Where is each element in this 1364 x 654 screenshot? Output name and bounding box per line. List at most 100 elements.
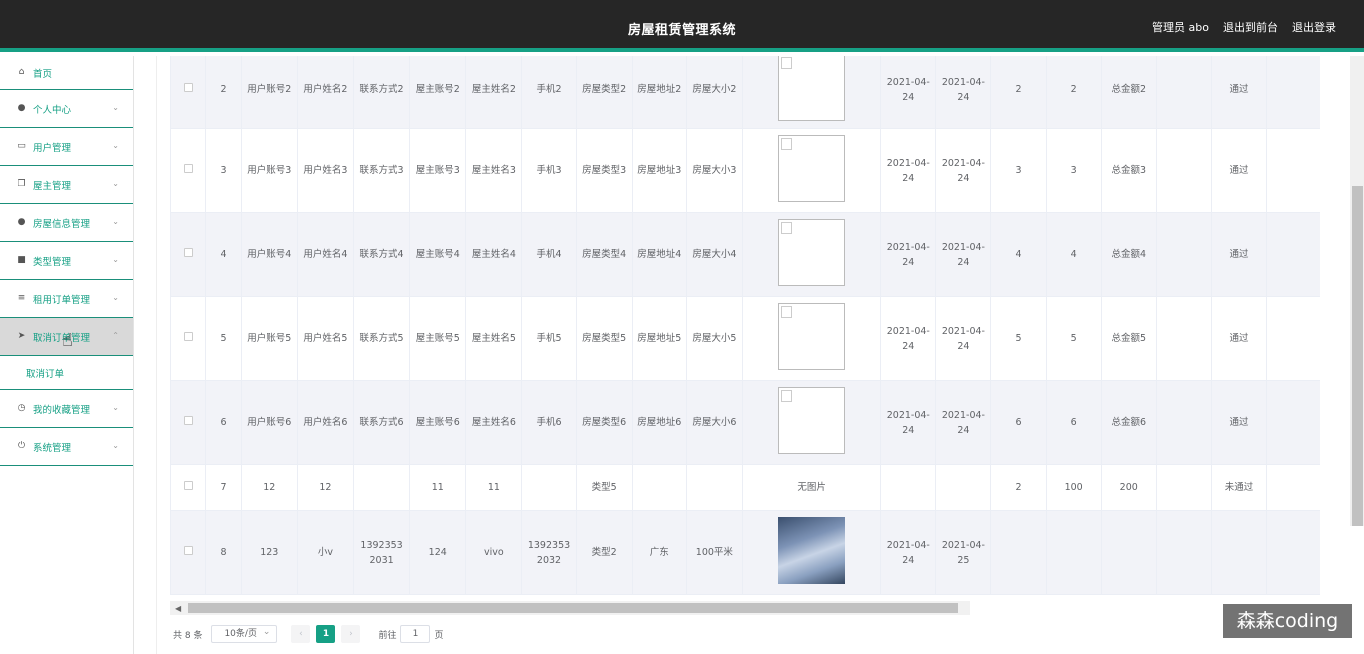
sidebar-item-profile[interactable]: ● 个人中心 ⌄ [0, 90, 133, 128]
to-front-link[interactable]: 退出到前台 [1223, 19, 1278, 35]
table-cell [880, 464, 937, 511]
house-image [778, 56, 846, 121]
table-cell: 屋主账号2 [409, 56, 467, 129]
table-cell: 小v [296, 510, 355, 595]
table-cell: 房屋大小5 [685, 296, 743, 381]
row-checkbox[interactable] [183, 248, 193, 257]
table-cell: 124 [409, 510, 467, 595]
table-cell: 3 [990, 128, 1047, 213]
table-cell: 12 [240, 464, 298, 511]
home-icon: ⌂ [18, 67, 25, 77]
row-checkbox[interactable] [183, 416, 193, 425]
page-1-button[interactable]: 1 [316, 625, 336, 643]
table-cell: 屋主姓名5 [465, 296, 523, 381]
submenu-cancel-order[interactable]: 取消订单 [0, 356, 133, 390]
chevron-down-icon: ⌄ [112, 179, 119, 188]
sidebar: ⌂ 首页 ● 个人中心 ⌄ ▭ 用户管理 ⌄ ❐ 屋主管理 ⌄ ● 房屋信息管理… [0, 56, 134, 654]
table-cell: 200 [1100, 464, 1157, 511]
table-cell: 房屋大小4 [685, 212, 743, 297]
sidebar-item-rent-orders[interactable]: ≡ 租用订单管理 ⌄ [0, 280, 133, 318]
row-checkbox[interactable] [183, 332, 193, 341]
table-cell: 用户姓名5 [296, 296, 355, 381]
prev-page-button[interactable]: ‹ [291, 625, 311, 643]
table-cell: 3 [1045, 128, 1102, 213]
clock-icon: ◷ [17, 403, 26, 413]
data-table: 2 用户账号2 用户姓名2 联系方式2 屋主账号2 屋主姓名2 手机2 房屋类型2 房屋地址2 房… [170, 56, 1320, 600]
table-cell [521, 464, 577, 511]
user-icon: ● [17, 103, 26, 113]
row-checkbox[interactable] [183, 164, 193, 173]
table-cell: 通过 [1210, 212, 1268, 297]
sidebar-item-favorites[interactable]: ◷ 我的收藏管理 ⌄ [0, 390, 133, 428]
goto-page-input[interactable]: 1 [400, 625, 431, 643]
table-cell: 通过 [1210, 128, 1268, 213]
table-cell: 房屋地址2 [631, 56, 687, 129]
power-icon: ⏻ [17, 441, 26, 451]
table-cell [1155, 510, 1212, 595]
image-cell [741, 296, 882, 381]
sidebar-item-owners[interactable]: ❐ 屋主管理 ⌄ [0, 166, 133, 204]
table-row: 6 用户账号6 用户姓名6 联系方式6 屋主账号6 屋主姓名6 手机6 房屋类型6 房屋地址6 房… [170, 380, 1320, 465]
table-cell: 6 [990, 380, 1047, 465]
row-checkbox[interactable] [183, 481, 193, 490]
sidebar-item-label: 系统管理 [33, 442, 72, 454]
horizontal-scroll-thumb[interactable] [188, 603, 958, 613]
table-cell: 手机5 [521, 296, 577, 381]
total-count: 共 8 条 [173, 630, 203, 641]
table-cell: 2021-04-24 [880, 212, 937, 297]
sidebar-item-label: 类型管理 [33, 256, 72, 268]
table-cell: 屋主姓名6 [465, 380, 523, 465]
table-cell [935, 464, 992, 511]
sidebar-item-houses[interactable]: ● 房屋信息管理 ⌄ [0, 204, 133, 242]
table-cell: 屋主姓名3 [465, 128, 523, 213]
next-page-button[interactable]: › [341, 625, 361, 643]
select-cell [170, 296, 207, 381]
action-cell: ▤ [1266, 464, 1320, 511]
table-cell: 联系方式4 [352, 212, 411, 297]
sidebar-item-home[interactable]: ⌂ 首页 [0, 56, 133, 90]
index-cell: 5 [205, 296, 242, 381]
table-row: 5 用户账号5 用户姓名5 联系方式5 屋主账号5 屋主姓名5 手机5 房屋类型5 房屋地址5 房… [170, 296, 1320, 381]
table-cell: 用户姓名4 [296, 212, 355, 297]
sidebar-item-types[interactable]: ■ 类型管理 ⌄ [0, 242, 133, 280]
image-cell: 无图片 [741, 464, 882, 511]
sidebar-item-label: 个人中心 [33, 104, 72, 116]
action-cell: ▤ [1266, 56, 1320, 129]
row-checkbox[interactable] [183, 546, 193, 555]
action-cell: ▤ [1266, 296, 1320, 381]
image-cell [741, 510, 882, 595]
table-row: 3 用户账号3 用户姓名3 联系方式3 屋主账号3 屋主姓名3 手机3 房屋类型3 房屋地址3 房… [170, 128, 1320, 213]
row-checkbox[interactable] [183, 83, 193, 92]
table-cell: 房屋类型2 [575, 56, 633, 129]
table-cell: 2 [990, 464, 1047, 511]
table-cell: 2021-04-24 [880, 380, 937, 465]
table-cell: 房屋类型3 [575, 128, 633, 213]
person-icon: ● [17, 217, 26, 227]
logout-link[interactable]: 退出登录 [1292, 19, 1336, 35]
pagination: 共 8 条 10条/页 ‹ 1 › 前往 1 页 [173, 624, 443, 643]
table-cell: 房屋地址6 [631, 380, 687, 465]
table-cell [990, 510, 1047, 595]
table-cell: 123 [240, 510, 298, 595]
table-cell: 2021-04-24 [935, 296, 992, 381]
table-cell: 总金额4 [1100, 212, 1157, 297]
vertical-scroll-thumb[interactable] [1352, 186, 1363, 526]
table-row: 712121111类型5无图片2100200未通过▤ [170, 464, 1320, 511]
sidebar-item-system[interactable]: ⏻ 系统管理 ⌄ [0, 428, 133, 466]
page-size-select[interactable]: 10条/页 [211, 624, 278, 643]
table-cell: 通过 [1210, 380, 1268, 465]
table-cell: 2021-04-24 [935, 380, 992, 465]
image-cell [741, 128, 882, 213]
table-cell: 13923532031 [352, 510, 411, 595]
table-cell: 未通过 [1210, 464, 1268, 511]
table-cell: 12 [296, 464, 355, 511]
table-cell: 总金额3 [1100, 128, 1157, 213]
scroll-left-icon[interactable]: ◀ [175, 604, 181, 613]
action-cell: ▤ [1266, 380, 1320, 465]
table-cell: 6 [1045, 380, 1102, 465]
sidebar-item-users[interactable]: ▭ 用户管理 ⌄ [0, 128, 133, 166]
table-cell: 总金额5 [1100, 296, 1157, 381]
action-cell: ▤ [1266, 128, 1320, 213]
chevron-down-icon: ⌄ [112, 217, 119, 226]
table-cell: 房屋大小2 [685, 56, 743, 129]
